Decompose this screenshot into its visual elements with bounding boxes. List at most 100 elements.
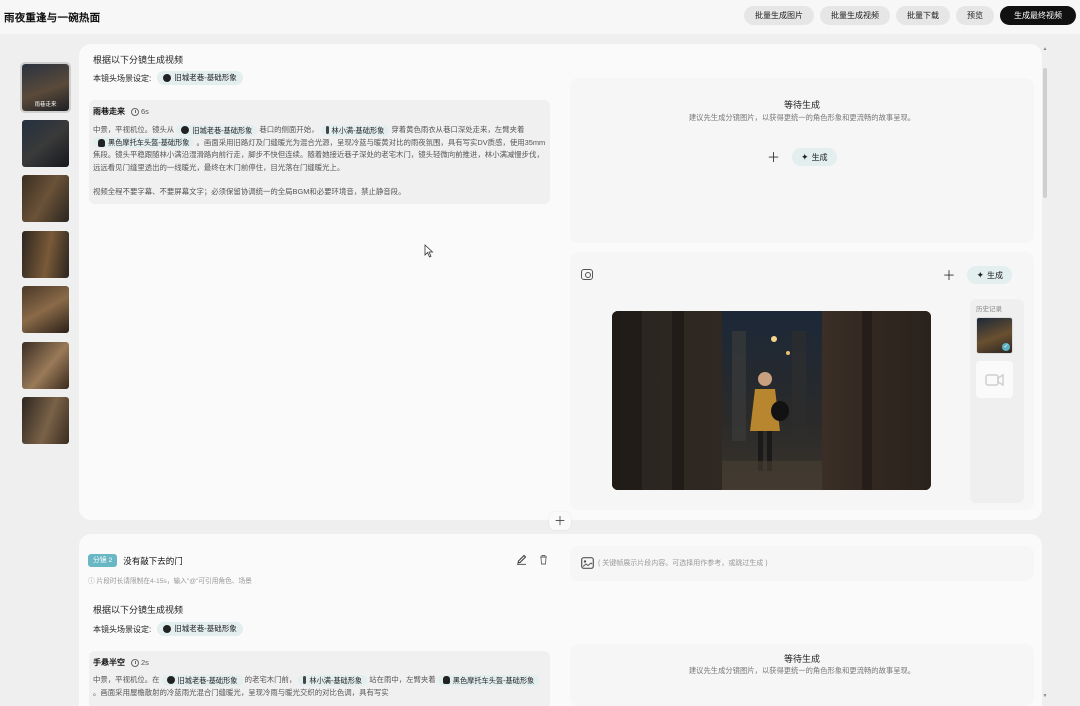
shot-thumbnail-list: 雨巷走来: [20, 62, 71, 453]
shot-prompt-text[interactable]: 中景，平视机位。在 旧城老巷-基础形象 的老宅木门前， 林小满-基础形象 站在雨…: [93, 674, 547, 699]
scene-avatar-icon: [166, 676, 175, 685]
scene-avatar-icon: [163, 74, 172, 82]
shot-prompt-box: 手悬半空 2s 中景，平视机位。在 旧城老巷-基础形象 的老宅木门前， 林小满-…: [89, 651, 550, 706]
shot-prompt-box: 雨巷走来 6s 中景，平视机位。镜头从 旧城老巷-基础形象 巷口的侧面开始， 林…: [89, 100, 550, 204]
scrollbar[interactable]: ▲ ▼: [1042, 44, 1048, 706]
waiting-subtitle: 建议先生成分镜图片，以获得更统一的角色形象和更流畅的故事呈现。: [688, 666, 916, 675]
keyframe-prompt-bar[interactable]: ( 关键帧展示片段内容。可选择用作参考，或跳过生成 ): [570, 546, 1034, 581]
shot-thumbnail[interactable]: [22, 397, 69, 444]
duration-value: 2s: [141, 658, 149, 667]
waiting-subtitle: 建议先生成分镜图片，以获得更统一的角色形象和更流畅的故事呈现。: [688, 113, 916, 122]
section-title: 根据以下分镜生成视频: [93, 55, 184, 65]
mention-chip[interactable]: 林小满-基础形象: [320, 124, 390, 136]
history-panel: 历史记录 ✓: [970, 299, 1024, 503]
toolbar: 批量生成图片 批量生成视频 批量下载 预览 生成最终视频: [744, 6, 1076, 25]
clock-icon: [131, 107, 139, 116]
image-icon: [581, 557, 594, 569]
shot-thumbnail[interactable]: [22, 230, 69, 278]
batch-generate-videos-button[interactable]: 批量生成视频: [820, 6, 890, 25]
generate-label: 生成: [987, 270, 1003, 280]
shot-thumbnail[interactable]: 雨巷走来: [20, 62, 71, 113]
shot-card-1: 根据以下分镜生成视频 本镜头场景设定: 旧城老巷-基础形象 雨巷走来 6s 中景…: [79, 44, 1042, 520]
duration: 2s: [131, 658, 149, 667]
add-shot-button[interactable]: ＋: [549, 512, 571, 530]
scene-setting-row: 本镜头场景设定: 旧城老巷-基础形象: [93, 71, 243, 85]
generate-label: 生成: [811, 152, 828, 162]
video-icon: [581, 269, 593, 280]
scroll-up-icon[interactable]: ▲: [1042, 46, 1048, 52]
top-bar: 雨夜重逢与一碗热面 批量生成图片 批量生成视频 批量下载 预览 生成最终视频: [0, 0, 1080, 34]
video-preview-frame: [612, 311, 931, 490]
shot-thumbnail[interactable]: [22, 175, 69, 222]
history-video-slot[interactable]: [976, 361, 1013, 398]
keyframe-placeholder: ( 关键帧展示片段内容。可选择用作参考，或跳过生成 ): [598, 560, 768, 567]
video-preview[interactable]: [612, 311, 931, 490]
prompt-text: 中景，平视机位。在: [93, 675, 160, 684]
shot-thumbnail[interactable]: [22, 286, 69, 333]
mention-chip[interactable]: 林小满-基础形象: [298, 674, 368, 686]
prompt-text: 穿着黄色雨衣从巷口深处走来，左臂夹着: [391, 125, 525, 134]
history-label: 历史记录: [976, 306, 1002, 313]
shot-badge: 分镜 2: [88, 554, 118, 567]
scene-chip[interactable]: 旧城老巷-基础形象: [157, 71, 243, 85]
add-video-button[interactable]: ＋: [942, 269, 955, 282]
generate-final-video-button[interactable]: 生成最终视频: [1000, 6, 1076, 25]
video-actions: ＋ ✦ 生成: [942, 266, 1012, 284]
scene-setting-label: 本镜头场景设定:: [93, 73, 152, 83]
app-title: 雨夜重逢与一碗热面: [4, 12, 101, 24]
scene-avatar-icon: [181, 126, 190, 135]
mention-chip[interactable]: 旧城老巷-基础形象: [176, 124, 258, 136]
scene-chip-label: 旧城老巷-基础形象: [174, 73, 237, 82]
edit-icon[interactable]: [516, 554, 527, 565]
preview-button[interactable]: 预览: [956, 6, 994, 25]
shot-header-2: 分镜 2 没有敲下去的门: [88, 554, 183, 567]
mention-label: 黑色摩托车头盔-基础形象: [108, 138, 190, 148]
batch-generate-images-button[interactable]: 批量生成图片: [744, 6, 814, 25]
mention-chip[interactable]: 黑色摩托车头盔-基础形象: [437, 674, 540, 686]
prompt-text: 。画面采用屋檐散射的冷蓝雨光混合门缝暖光，呈现冷雨与暖光交织的对比色调，具有写实: [93, 687, 389, 697]
prompt-text: 站在雨中，左臂夹着: [369, 675, 436, 684]
generate-image-button[interactable]: ✦ 生成: [792, 148, 837, 166]
sparkle-icon: ✦: [801, 151, 809, 162]
duration: 6s: [131, 107, 149, 116]
scene-setting-row: 本镜头场景设定: 旧城老巷-基础形象: [93, 622, 243, 636]
mention-label: 林小满-基础形象: [309, 675, 363, 685]
shot-name: 手悬半空: [93, 658, 125, 667]
mention-label: 黑色摩托车头盔-基础形象: [452, 675, 535, 685]
delete-icon[interactable]: [538, 554, 549, 565]
scene-setting-label: 本镜头场景设定:: [93, 624, 152, 634]
shot-prompt-text[interactable]: 中景，平视机位。镜头从 旧城老巷-基础形象 巷口的侧面开始， 林小满-基础形象 …: [93, 124, 547, 174]
history-thumbnail[interactable]: ✓: [976, 317, 1013, 354]
sparkle-icon: ✦: [976, 269, 984, 280]
add-image-button[interactable]: ＋: [767, 151, 780, 164]
selected-check-icon: ✓: [1002, 343, 1010, 351]
shot-thumbnail[interactable]: [22, 119, 69, 167]
scroll-down-icon[interactable]: ▼: [1042, 693, 1048, 699]
generate-video-button[interactable]: ✦ 生成: [967, 266, 1012, 284]
prompt-text: 中景，平视机位。镜头从: [93, 125, 175, 134]
scroll-thumb[interactable]: [1043, 68, 1047, 198]
shot-thumbnail[interactable]: [22, 341, 69, 389]
mention-label: 旧城老巷-基础形象: [177, 675, 238, 685]
helmet-icon: [98, 138, 105, 147]
shot-title[interactable]: 没有敲下去的门: [123, 555, 183, 567]
duration-value: 6s: [141, 107, 149, 116]
scene-chip-label: 旧城老巷-基础形象: [174, 624, 237, 633]
section-title: 根据以下分镜生成视频: [93, 605, 184, 615]
character-icon: [303, 676, 307, 685]
prompt-text: 的老宅木门前，: [244, 675, 297, 684]
image-generation-pane: 等待生成 建议先生成分镜图片，以获得更统一的角色形象和更流畅的故事呈现。: [570, 644, 1034, 706]
mention-label: 林小满-基础形象: [331, 125, 385, 135]
image-generation-pane: 等待生成 建议先生成分镜图片，以获得更统一的角色形象和更流畅的故事呈现。 ＋ ✦…: [570, 78, 1034, 243]
shot-header: 雨巷走来 6s: [93, 106, 149, 117]
thumbnail-label: 雨巷走来: [34, 102, 57, 108]
prompt-constraints: 视频全程不要字幕、不要屏幕文字；必须保留协调统一的全局BGM和必要环境音，禁止静…: [93, 187, 406, 196]
batch-download-button[interactable]: 批量下载: [896, 6, 950, 25]
mention-chip[interactable]: 黑色摩托车头盔-基础形象: [93, 137, 195, 149]
shot-card-2: 分镜 2 没有敲下去的门 ⓘ 片段时长请限制在4-15s，输入"@"可引用角色、…: [79, 534, 1042, 706]
helmet-icon: [442, 676, 450, 685]
mention-chip[interactable]: 旧城老巷-基础形象: [161, 674, 243, 686]
scene-chip[interactable]: 旧城老巷-基础形象: [157, 622, 243, 636]
character-icon: [325, 126, 329, 135]
mention-label: 旧城老巷-基础形象: [192, 125, 253, 135]
